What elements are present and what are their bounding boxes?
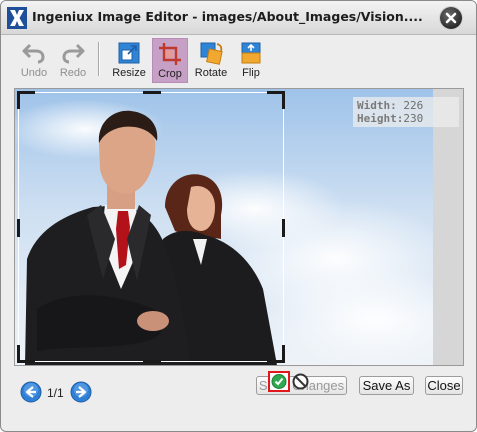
width-readout: Width: 226 [357,99,455,112]
redo-button[interactable]: Redo [54,38,92,83]
close-icon [445,12,457,24]
cancel-icon [292,373,309,390]
crop-handle-right[interactable] [282,219,285,237]
undo-button[interactable]: Undo [14,38,54,83]
image-canvas[interactable]: Width: 226 Height:230 [14,88,464,366]
window-title: Ingeniux Image Editor - images/About_Ima… [32,9,423,24]
height-label: Height: [357,112,404,125]
arrow-left-icon [20,381,42,403]
toolbar: Undo Redo Resize Crop Rotate Flip [1,35,476,85]
height-readout: Height:230 [357,112,455,125]
dimension-readout: Width: 226 Height:230 [353,97,459,127]
redo-icon [62,43,85,64]
undo-icon [22,43,45,64]
arrow-right-icon [70,381,92,403]
rotate-label: Rotate [194,67,228,79]
crop-button[interactable]: Crop [152,38,188,83]
footer: 1/1 Save Changes Save As Close [1,369,476,431]
resize-button[interactable]: Resize [109,38,149,83]
cancel-crop-button[interactable] [292,373,309,390]
crop-handle-bottom[interactable] [143,360,161,363]
crop-handle-top-right-vertical[interactable] [282,91,285,109]
next-image-button[interactable] [70,381,92,403]
redo-label: Redo [59,67,87,79]
flip-button[interactable]: Flip [234,38,268,83]
resize-icon [118,42,140,64]
checkmark-icon [271,374,287,389]
crop-handle-top-left-vertical[interactable] [17,91,20,109]
height-value: 230 [403,112,424,125]
undo-label: Undo [20,67,48,79]
close-button[interactable]: Close [425,376,463,395]
crop-selection[interactable] [17,91,285,363]
crop-icon [159,43,181,65]
flip-label: Flip [242,67,260,79]
title-bar[interactable]: Ingeniux Image Editor - images/About_Ima… [1,1,476,35]
crop-label: Crop [158,68,182,80]
image-editor-dialog: Ingeniux Image Editor - images/About_Ima… [0,0,477,432]
crop-handle-bottom-left-vertical[interactable] [17,345,20,363]
ingeniux-logo-icon [7,7,27,29]
width-label: Width: [357,99,397,112]
save-as-button[interactable]: Save As [359,376,414,395]
accept-crop-button[interactable] [268,371,290,392]
page-indicator: 1/1 [47,386,64,400]
previous-image-button[interactable] [20,381,42,403]
flip-icon [241,42,261,64]
width-value: 226 [403,99,424,112]
crop-handle-top[interactable] [143,91,161,94]
toolbar-separator [98,42,100,76]
close-window-button[interactable] [440,7,462,29]
crop-handle-bottom-right-vertical[interactable] [282,345,285,363]
rotate-icon [200,42,223,65]
crop-handle-left[interactable] [17,219,20,237]
resize-label: Resize [112,67,146,79]
rotate-button[interactable]: Rotate [191,38,231,83]
